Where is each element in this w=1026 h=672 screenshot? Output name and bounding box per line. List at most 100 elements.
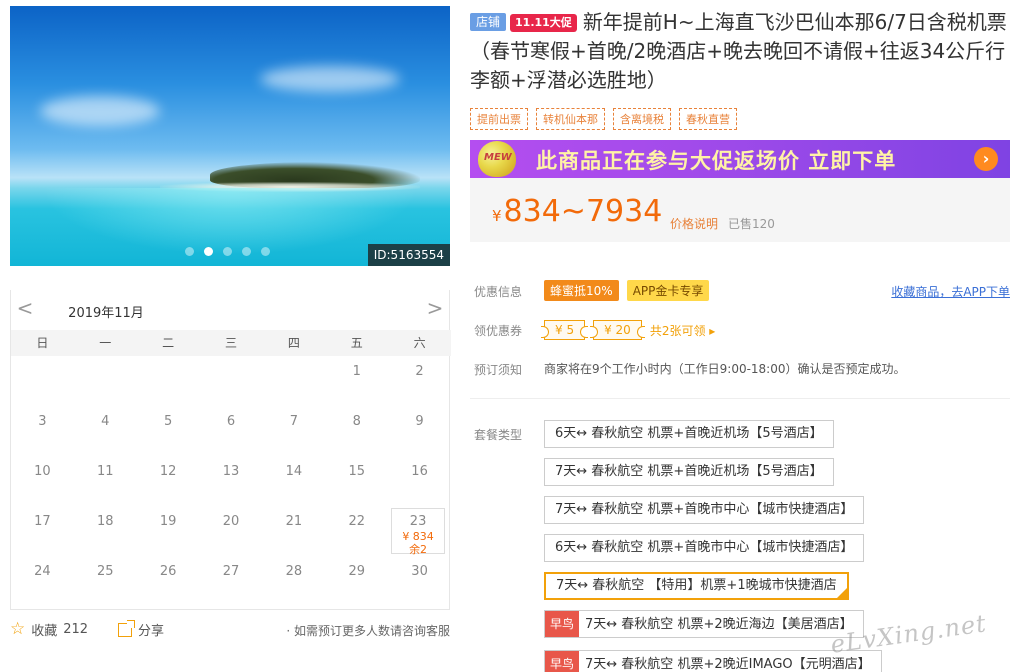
shop-tag[interactable]: 店铺 [470, 13, 507, 31]
day-number: 30 [411, 564, 428, 579]
gallery-dot[interactable] [261, 247, 270, 256]
calendar-day: 12 [137, 456, 200, 506]
day-number: 17 [34, 514, 51, 529]
star-icon: ☆ [10, 619, 26, 639]
share-label: 分享 [138, 624, 165, 639]
gallery-dot[interactable] [204, 247, 213, 256]
package-option[interactable]: 7天↔ 春秋航空 机票+首晚市中心【城市快捷酒店】 [544, 496, 865, 524]
share-icon [118, 619, 135, 637]
calendar-month-tab[interactable]: 2019年11月 [61, 302, 151, 333]
calendar-day: 2 [388, 356, 451, 406]
day-number: 19 [159, 514, 177, 529]
weekday-label: 日 [36, 336, 49, 350]
gallery-dot[interactable] [223, 247, 232, 256]
calendar-weekdays: 日一二三四五六 [11, 330, 451, 356]
promo-banner[interactable]: MEW 此商品正在参与大促返场价 立即下单 › [470, 140, 1010, 178]
booking-note: · 如需预订更多人数请咨询客服 [286, 624, 450, 638]
chevron-left-icon[interactable]: < [15, 298, 35, 318]
calendar-days: 1 2 3 4 5 6 7 8 9 10 11 12 13 14 15 16 17 18 19 20 21 22 23 ¥ 8… [11, 356, 451, 606]
day-number: 21 [285, 514, 303, 529]
package-label: 6天↔ 春秋航空 机票+首晚市中心【城市快捷酒店】 [555, 540, 854, 555]
calendar-day: 21 [262, 506, 325, 556]
calendar-header: < 2019年11月 > [11, 290, 451, 333]
package-option[interactable]: 7天↔ 春秋航空 【特用】机票+1晚城市快捷酒店 [544, 572, 849, 600]
calendar-day: 9 [388, 406, 451, 456]
package-option[interactable]: 7天↔ 春秋航空 机票+首晚近机场【5号酒店】 [544, 458, 834, 486]
calendar-day: 30 [388, 556, 451, 606]
calendar-day: 29 [325, 556, 388, 606]
day-number: 9 [415, 414, 424, 429]
package-label: 7天↔ 春秋航空 机票+2晚近IMAGO【元明酒店】 [585, 657, 871, 672]
day-number: 6 [226, 414, 236, 429]
package-option[interactable]: 早鸟 7天↔ 春秋航空 机票+2晚近海边【美居酒店】 [544, 610, 864, 638]
day-number: 16 [411, 464, 428, 479]
feature-tags: 提前出票 转机仙本那 含离境税 春秋直营 [470, 108, 737, 130]
price-range: ¥834~7934 [492, 195, 662, 233]
chevron-right-icon[interactable]: > [425, 298, 445, 318]
day-number: 3 [38, 414, 47, 429]
coupon-label: 领优惠券 [474, 324, 523, 338]
package-label: 7天↔ 春秋航空 机票+首晚近机场【5号酒店】 [555, 464, 823, 479]
divider [470, 398, 1010, 399]
calendar-day: 27 [200, 556, 263, 606]
coupon-20[interactable]: ¥ 20 [590, 320, 645, 340]
day-stock: 余2 [409, 543, 428, 556]
share-button[interactable]: 分享 [118, 619, 165, 639]
day-number: 8 [352, 414, 361, 429]
calendar-day: 11 [74, 456, 137, 506]
day-price: ¥ 834 [402, 530, 434, 543]
balloon-icon: MEW [478, 141, 516, 177]
feature-tag: 提前出票 [470, 108, 528, 130]
calendar-day: 25 [74, 556, 137, 606]
day-number: 10 [34, 464, 51, 479]
product-title-block: 店铺 11.11大促 新年提前H~上海直飞沙巴仙本那6/7日含税机票（春节寒假+首晚… [470, 8, 1010, 95]
day-number: 13 [222, 464, 240, 479]
cloud-shape [40, 96, 160, 126]
discount-badge-app: APP金卡专享 [626, 280, 710, 301]
gallery-dot[interactable] [242, 247, 251, 256]
currency-symbol: ¥ [492, 207, 502, 225]
event-tag: 11.11大促 [510, 14, 577, 32]
image-id-label: ID:5163554 [367, 244, 450, 266]
discount-badges: 蜂蜜抵10% APP金卡专享 [544, 280, 710, 301]
calendar-day: 10 [11, 456, 74, 506]
chevron-right-circle-icon[interactable]: › [974, 147, 998, 171]
price-box: ¥834~7934 价格说明 已售120 [470, 178, 1010, 242]
calendar-day: 8 [325, 406, 388, 456]
package-option[interactable]: 6天↔ 春秋航空 机票+首晚近机场【5号酒店】 [544, 420, 834, 448]
day-number: 22 [348, 514, 365, 529]
coupon-more-link[interactable]: 共2张可领 ▸ [650, 322, 715, 339]
favorite-button[interactable]: ☆ 收藏 212 [10, 619, 89, 640]
weekday-label: 三 [224, 336, 237, 350]
product-image-gallery[interactable]: ID:5163554 [10, 6, 450, 266]
calendar-empty-cell [137, 356, 200, 406]
calendar-day: 22 [325, 506, 388, 556]
feature-tag: 含离境税 [613, 108, 671, 130]
gallery-pagination[interactable] [185, 247, 270, 256]
promo-badge: MEW [484, 152, 512, 163]
sold-count: 已售120 [728, 217, 775, 231]
favorite-app-link[interactable]: 收藏商品，去APP下单 [891, 283, 1010, 300]
feature-tag: 转机仙本那 [536, 108, 605, 130]
calendar-day: 7 [262, 406, 325, 456]
bottom-actions: ☆ 收藏 212 分享 · 如需预订更多人数请咨询客服 [10, 619, 450, 642]
gallery-dot[interactable] [185, 247, 194, 256]
day-number: 20 [222, 514, 240, 529]
weekday-label: 二 [162, 336, 175, 350]
price-value: 834~7934 [503, 194, 663, 229]
favorite-count: 212 [63, 622, 89, 637]
early-bird-badge: 早鸟 [545, 651, 580, 672]
package-option[interactable]: 6天↔ 春秋航空 机票+首晚市中心【城市快捷酒店】 [544, 534, 865, 562]
weekday-label: 四 [287, 336, 300, 350]
calendar-day-available[interactable]: 23 ¥ 834 余2 [391, 508, 445, 556]
price-note-link[interactable]: 价格说明 [670, 215, 718, 232]
coupon-5[interactable]: ¥ 5 [540, 320, 589, 340]
product-detail-panel: 店铺 11.11大促 新年提前H~上海直飞沙巴仙本那6/7日含税机票（春节寒假+首晚… [470, 0, 1010, 672]
calendar-day: 20 [200, 506, 263, 556]
calendar-day: 24 [11, 556, 74, 606]
package-label: 7天↔ 春秋航空 机票+首晚市中心【城市快捷酒店】 [555, 502, 854, 517]
weekday-label: 五 [350, 336, 363, 350]
calendar-day: 5 [137, 406, 200, 456]
day-number: 24 [34, 564, 51, 579]
favorite-label: 收藏 [31, 624, 58, 639]
